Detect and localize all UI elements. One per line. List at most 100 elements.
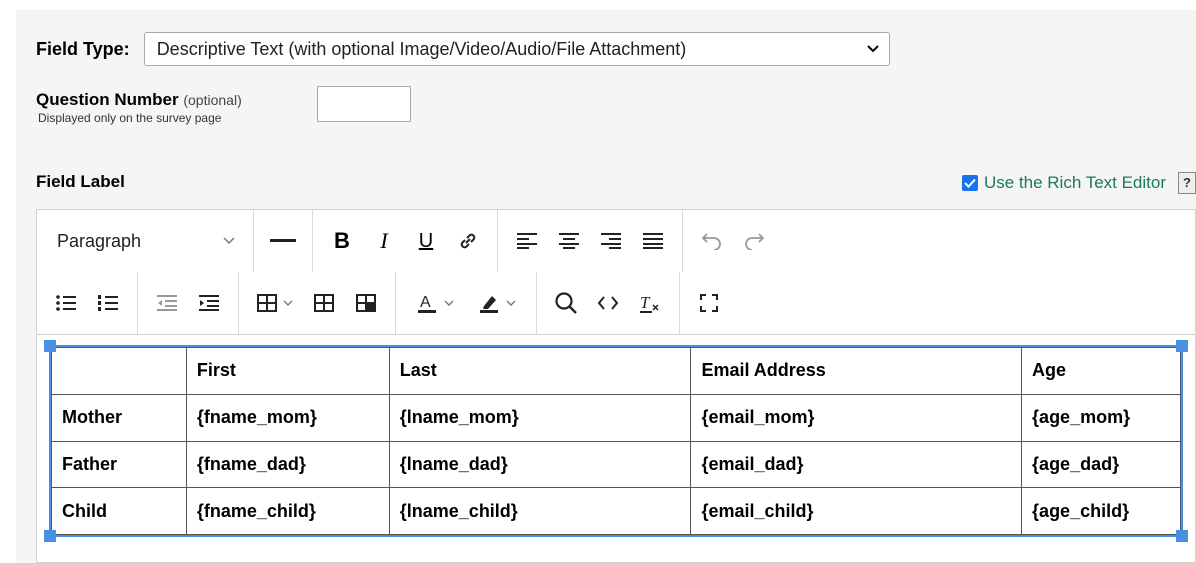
table-cell[interactable]: {fname_dad} <box>185 440 390 489</box>
code-icon <box>598 296 618 310</box>
align-left-icon <box>517 233 537 249</box>
toolbar-row-1: Paragraph B I U <box>37 210 1195 273</box>
table-row: Child {fname_child} {lname_child} {email… <box>51 487 1181 535</box>
table-header-row: First Last Email Address Age <box>51 347 1181 395</box>
source-code-button[interactable] <box>587 283 629 323</box>
editor-content[interactable]: First Last Email Address Age Mother {fna… <box>37 335 1195 562</box>
table-cell[interactable]: {fname_child} <box>185 487 390 535</box>
align-left-button[interactable] <box>506 221 548 261</box>
field-type-row: Field Type: Descriptive Text (with optio… <box>36 32 890 66</box>
table-header-cell[interactable]: First <box>185 347 390 395</box>
rich-text-editor-label: Use the Rich Text Editor <box>983 173 1166 192</box>
table-cell[interactable]: {email_mom} <box>690 393 1023 442</box>
numbered-list-icon <box>98 295 118 311</box>
table-header-cell[interactable]: Email Address <box>690 347 1023 395</box>
table-cell-button[interactable] <box>345 283 387 323</box>
fullscreen-button[interactable] <box>688 283 730 323</box>
justify-icon <box>643 233 663 249</box>
align-center-button[interactable] <box>548 221 590 261</box>
table-button[interactable] <box>247 283 303 323</box>
undo-button[interactable] <box>691 221 733 261</box>
undo-icon <box>701 232 723 250</box>
align-right-button[interactable] <box>590 221 632 261</box>
justify-button[interactable] <box>632 221 674 261</box>
checkbox-checked-icon[interactable] <box>961 175 978 191</box>
align-center-icon <box>559 233 579 249</box>
resize-handle-bottom-right[interactable] <box>1176 530 1188 542</box>
clear-formatting-icon: T <box>639 293 661 313</box>
bullet-list-icon <box>56 295 76 311</box>
table-cell[interactable]: {fname_mom} <box>185 393 390 442</box>
table-properties-button[interactable] <box>303 283 345 323</box>
resize-handle-top-right[interactable] <box>1176 340 1188 352</box>
question-number-optional: (optional) <box>183 92 242 108</box>
horizontal-line-icon <box>270 239 296 243</box>
bold-icon: B <box>334 228 350 253</box>
align-right-icon <box>601 233 621 249</box>
bold-button[interactable]: B <box>321 221 363 261</box>
numbered-list-button[interactable] <box>87 283 129 323</box>
table-header-cell[interactable] <box>51 347 187 395</box>
fullscreen-icon <box>700 294 718 312</box>
chevron-down-icon <box>223 237 235 245</box>
help-button[interactable]: ? <box>1178 172 1196 194</box>
rich-text-editor-toggle[interactable]: Use the Rich Text Editor <box>961 173 1166 193</box>
chevron-down-icon <box>866 43 879 55</box>
field-type-value: Descriptive Text (with optional Image/Vi… <box>156 38 687 59</box>
chevron-down-icon <box>444 300 454 307</box>
table-row: Father {fname_dad} {lname_dad} {email_da… <box>51 440 1181 489</box>
block-format-value: Paragraph <box>57 230 142 251</box>
question-number-input[interactable] <box>317 86 411 122</box>
field-type-label: Field Type: <box>36 38 130 59</box>
text-color-icon: A <box>416 292 438 314</box>
table-cell-icon <box>356 294 376 312</box>
table-row: Mother {fname_mom} {lname_mom} {email_mo… <box>51 393 1181 442</box>
svg-text:A: A <box>420 294 431 311</box>
link-button[interactable] <box>447 221 489 261</box>
redo-icon <box>743 232 765 250</box>
table-cell[interactable]: {age_dad} <box>1021 440 1181 489</box>
content-table[interactable]: First Last Email Address Age Mother {fna… <box>44 340 1188 542</box>
chevron-down-icon <box>283 300 293 307</box>
question-number-block: Question Number (optional) Displayed onl… <box>36 90 242 125</box>
horizontal-line-button[interactable] <box>262 221 304 261</box>
italic-icon: I <box>380 228 388 253</box>
table-header-cell[interactable]: Age <box>1021 347 1181 395</box>
block-format-select[interactable]: Paragraph <box>45 221 245 261</box>
table-cell[interactable]: {email_dad} <box>690 440 1023 489</box>
table-cell[interactable]: Mother <box>51 393 187 442</box>
chevron-down-icon <box>506 300 516 307</box>
italic-button[interactable]: I <box>363 221 405 261</box>
table-cell[interactable]: {lname_mom} <box>388 393 692 442</box>
field-editor-panel: Field Type: Descriptive Text (with optio… <box>16 10 1196 563</box>
question-number-label: Question Number <box>36 90 179 109</box>
table-cell[interactable]: {email_child} <box>690 487 1023 535</box>
underline-button[interactable]: U <box>405 221 447 261</box>
link-icon <box>457 230 479 252</box>
table-cell[interactable]: {lname_dad} <box>388 440 692 489</box>
rich-text-editor: Paragraph B I U A T First Last Email Add… <box>36 209 1196 563</box>
field-type-select[interactable]: Descriptive Text (with optional Image/Vi… <box>143 32 890 66</box>
find-replace-button[interactable] <box>545 283 587 323</box>
highlighter-icon <box>478 292 500 314</box>
table-cell[interactable]: Child <box>51 487 187 535</box>
underline-icon: U <box>418 229 434 252</box>
text-color-button[interactable]: A <box>404 283 466 323</box>
table-cell[interactable]: {age_mom} <box>1021 393 1181 442</box>
svg-text:T: T <box>640 293 651 312</box>
table-grid-icon <box>314 294 334 312</box>
table-icon <box>257 294 277 312</box>
resize-handle-top-left[interactable] <box>44 340 56 352</box>
highlight-color-button[interactable] <box>466 283 528 323</box>
table-cell[interactable]: {age_child} <box>1021 487 1181 535</box>
clear-formatting-button[interactable]: T <box>629 283 671 323</box>
redo-button[interactable] <box>733 221 775 261</box>
table-header-cell[interactable]: Last <box>388 347 692 395</box>
table-cell[interactable]: Father <box>51 440 187 489</box>
table-cell[interactable]: {lname_child} <box>388 487 692 535</box>
indent-icon <box>199 295 219 311</box>
outdent-button[interactable] <box>146 283 188 323</box>
resize-handle-bottom-left[interactable] <box>44 530 56 542</box>
indent-button[interactable] <box>188 283 230 323</box>
bullet-list-button[interactable] <box>45 283 87 323</box>
